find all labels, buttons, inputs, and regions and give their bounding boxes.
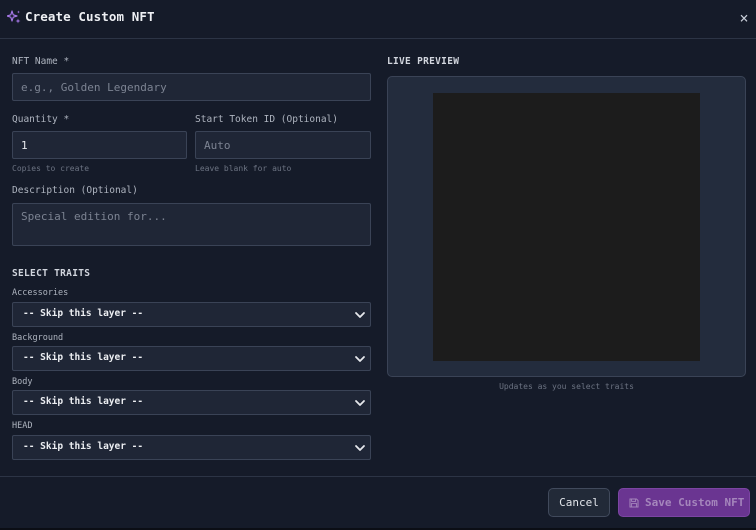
create-nft-modal: Create Custom NFT × NFT Name * Quantity …	[0, 0, 756, 530]
trait-select-background[interactable]: -- Skip this layer --	[12, 346, 371, 371]
select-traits-heading: SELECT TRAITS	[12, 268, 91, 279]
start-token-input[interactable]	[195, 131, 371, 159]
quantity-label: Quantity *	[12, 114, 70, 125]
chevron-down-icon	[355, 445, 365, 451]
trait-select-value: -- Skip this layer --	[23, 352, 144, 363]
save-custom-nft-button[interactable]: Save Custom NFT	[618, 488, 750, 517]
trait-select-value: -- Skip this layer --	[23, 308, 144, 319]
footer-divider	[0, 476, 756, 477]
save-button-label: Save Custom NFT	[645, 496, 745, 509]
nft-name-label: NFT Name *	[12, 56, 70, 67]
cancel-button[interactable]: Cancel	[548, 488, 610, 517]
live-preview-heading: LIVE PREVIEW	[387, 56, 460, 67]
start-token-label: Start Token ID (Optional)	[195, 114, 338, 125]
trait-select-value: -- Skip this layer --	[23, 441, 144, 452]
close-icon[interactable]: ×	[737, 9, 751, 27]
start-token-hint: Leave blank for auto	[195, 164, 292, 173]
modal-title: Create Custom NFT	[25, 9, 155, 24]
quantity-input[interactable]	[12, 131, 187, 159]
chevron-down-icon	[355, 312, 365, 318]
trait-label-accessories: Accessories	[12, 288, 69, 298]
trait-select-value: -- Skip this layer --	[23, 396, 144, 407]
preview-panel	[387, 76, 746, 377]
preview-canvas	[433, 93, 700, 361]
description-textarea[interactable]	[12, 203, 371, 246]
nft-name-input[interactable]	[12, 73, 371, 101]
trait-select-body[interactable]: -- Skip this layer --	[12, 390, 371, 415]
description-label: Description (Optional)	[12, 185, 138, 196]
sparkles-icon	[7, 10, 21, 24]
trait-select-head[interactable]: -- Skip this layer --	[12, 435, 371, 460]
modal-header: Create Custom NFT ×	[0, 0, 756, 39]
trait-select-accessories[interactable]: -- Skip this layer --	[12, 302, 371, 327]
chevron-down-icon	[355, 400, 365, 406]
cancel-button-label: Cancel	[559, 496, 599, 509]
preview-hint: Updates as you select traits	[499, 382, 634, 391]
chevron-down-icon	[355, 356, 365, 362]
floppy-disk-icon	[629, 498, 639, 508]
trait-label-body: Body	[12, 377, 33, 387]
trait-label-head: HEAD	[12, 421, 33, 431]
trait-label-background: Background	[12, 333, 64, 343]
quantity-hint: Copies to create	[12, 164, 90, 173]
